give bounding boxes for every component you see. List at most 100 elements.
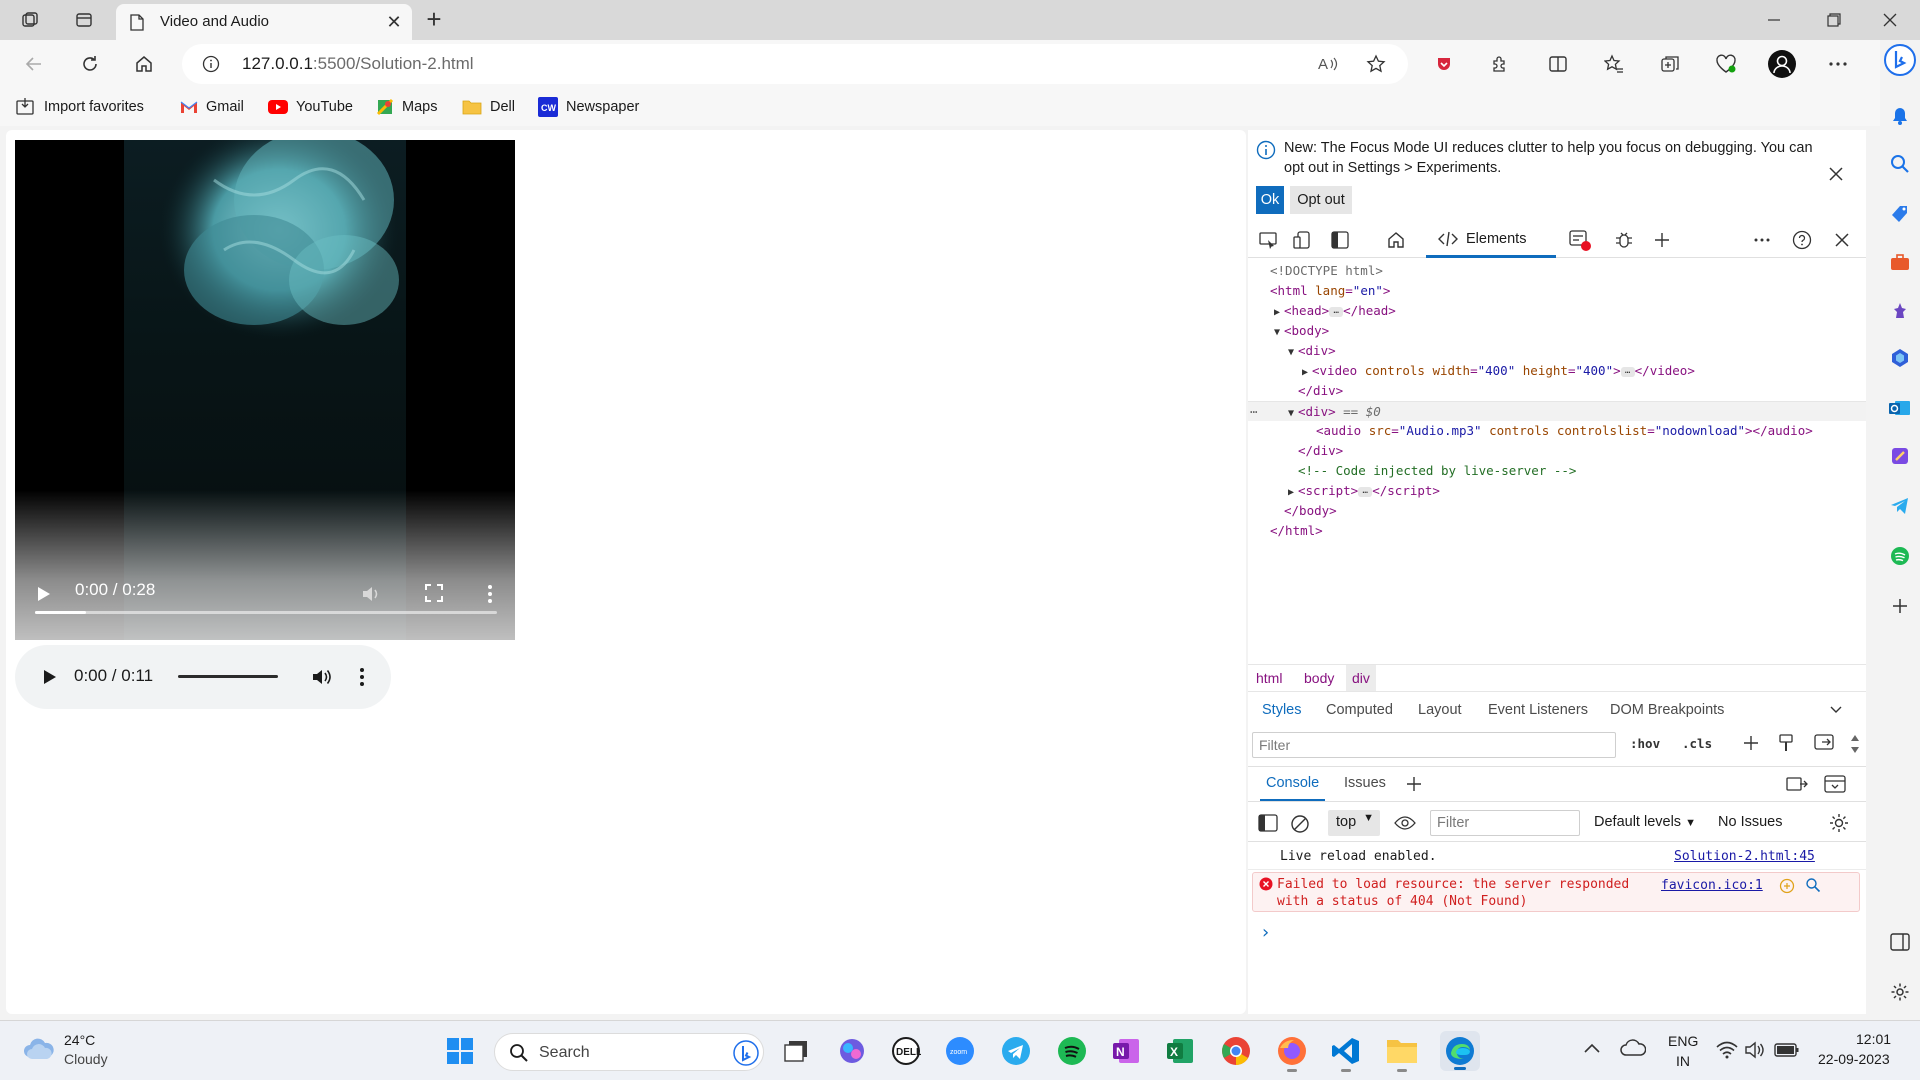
debug-bug-icon[interactable] [1612,228,1636,252]
favorite-maps[interactable]: Maps [376,96,437,118]
collections-icon[interactable] [1654,48,1686,80]
firefox-icon[interactable] [1276,1035,1308,1072]
more-menu-icon[interactable] [1822,48,1854,80]
dom-node-selected[interactable]: ⋯ ▼ <div> == $0 [1248,401,1866,421]
vscode-icon[interactable] [1330,1035,1362,1072]
excel-icon[interactable]: X [1164,1035,1196,1067]
close-devtools-icon[interactable] [1830,228,1854,252]
zoom-icon[interactable]: zoom [944,1035,976,1067]
refresh-icon[interactable] [74,48,106,80]
search-sidebar-icon[interactable] [1888,152,1912,176]
weather-desc[interactable]: Cloudy [64,1051,108,1067]
wifi-icon[interactable] [1716,1041,1738,1059]
windows-start-icon[interactable] [444,1035,476,1067]
games-icon[interactable] [1888,298,1912,322]
close-window-icon[interactable] [1862,4,1918,36]
dell-icon[interactable]: DELL [890,1035,922,1067]
video-more-icon[interactable] [487,584,493,604]
video-mute-icon[interactable] [361,584,383,604]
favorite-import[interactable]: Import favorites [16,96,144,118]
dom-node[interactable]: ▶ <head>… </head> [1248,301,1866,321]
onedrive-icon[interactable] [1620,1039,1646,1057]
hov-toggle[interactable]: :hov [1630,736,1660,751]
paint-icon[interactable] [1778,734,1794,752]
tab-console[interactable]: Console [1260,767,1326,801]
breadcrumb-div[interactable]: div [1346,665,1376,691]
favorite-newspaper[interactable]: CW Newspaper [538,96,639,118]
network-request-icon[interactable] [1779,878,1795,894]
tab-event-listeners[interactable]: Event Listeners [1488,702,1588,718]
dom-node[interactable]: ▶ <script>… </script> [1248,481,1866,501]
telegram-icon[interactable] [1888,494,1912,518]
dom-node[interactable]: <audio src="Audio.mp3" controls controls… [1248,421,1866,441]
audio-seek-bar[interactable] [178,675,278,678]
devtools-more-icon[interactable] [1750,228,1774,252]
language-region[interactable]: IN [1676,1053,1690,1069]
edge-taskbar-icon[interactable] [1440,1031,1480,1071]
back-icon[interactable] [18,48,50,80]
spotify-taskbar-icon[interactable] [1056,1035,1088,1067]
hide-sidebar-icon[interactable] [1888,930,1912,954]
onenote-icon[interactable]: N [1110,1035,1142,1067]
add-sidebar-app-icon[interactable] [1888,594,1912,618]
favorites-icon[interactable] [1598,48,1630,80]
tools-icon[interactable] [1888,250,1912,274]
home-icon[interactable] [128,48,160,80]
console-prompt[interactable]: › [1260,922,1271,943]
address-bar[interactable]: 127.0.0.1:5500/Solution-2.html A [182,44,1408,84]
dom-node[interactable]: <!DOCTYPE html> [1248,261,1866,281]
audio-more-icon[interactable] [359,667,365,687]
issues-count[interactable]: No Issues [1718,814,1782,830]
help-icon[interactable] [1790,228,1814,252]
log-source-link[interactable]: Solution-2.html:45 [1674,849,1815,864]
video-seek-bar[interactable] [35,611,497,614]
read-aloud-icon[interactable]: A [1318,54,1340,74]
expand-triangle-icon[interactable]: ▶ [1274,303,1284,323]
dom-node[interactable]: </body> [1248,501,1866,521]
file-explorer-icon[interactable] [1386,1035,1418,1072]
fullscreen-icon[interactable] [425,584,443,602]
log-levels-dropdown[interactable]: Default levels ▼ [1594,814,1696,830]
device-emulation-icon[interactable] [1290,228,1314,252]
designer-icon[interactable] [1888,444,1912,468]
tab-close-icon[interactable]: ✕ [384,12,404,32]
breadcrumb-body[interactable]: body [1304,670,1334,686]
extensions-icon[interactable] [1484,48,1516,80]
close-drawer-icon[interactable] [1824,775,1846,793]
add-tool-icon[interactable] [1650,228,1674,252]
dom-node[interactable]: </div> [1248,381,1866,401]
tab-layout[interactable]: Layout [1418,702,1462,718]
favorite-gmail[interactable]: Gmail [180,96,244,118]
dock-side-icon[interactable] [1328,228,1352,252]
toggle-sidebar-icon[interactable] [1814,734,1834,750]
taskbar-search[interactable]: Search [494,1033,764,1071]
error-source-link[interactable]: favicon.ico:1 [1661,878,1763,893]
expand-triangle-icon[interactable]: ▶ [1302,363,1312,383]
dom-node[interactable]: ▶ <video controls width="400" height="400… [1248,361,1866,381]
dom-node[interactable]: <html lang="en"> [1248,281,1866,301]
shopping-icon[interactable] [1888,202,1912,226]
context-select[interactable]: top ▼ [1328,810,1380,836]
audio-volume-icon[interactable] [311,667,333,687]
notifications-icon[interactable] [1888,104,1912,128]
inspect-element-icon[interactable] [1256,228,1280,252]
clock-date[interactable]: 22-09-2023 [1818,1051,1890,1067]
audio-play-icon[interactable] [43,669,57,685]
console-errors-icon[interactable] [1568,228,1592,252]
extension-pocket-icon[interactable] [1428,48,1460,80]
search-error-icon[interactable] [1805,877,1821,893]
workspaces-icon[interactable] [16,6,44,34]
task-view-icon[interactable] [780,1035,812,1067]
minimize-icon[interactable] [1746,4,1802,36]
scroll-arrows-icon[interactable] [1850,732,1860,756]
video-play-icon[interactable] [37,586,51,602]
dock-drawer-icon[interactable] [1786,775,1808,793]
dom-node[interactable]: ▼ <div> [1248,341,1866,361]
microsoft-365-icon[interactable] [1888,346,1912,370]
url-text[interactable]: 127.0.0.1:5500/Solution-2.html [242,54,474,74]
tab-issues[interactable]: Issues [1344,775,1386,791]
browser-essentials-icon[interactable] [1710,48,1742,80]
weather-cloud-icon[interactable] [22,1035,56,1061]
dom-node[interactable]: <!-- Code injected by live-server --> [1248,461,1866,481]
restore-icon[interactable] [1806,4,1862,36]
